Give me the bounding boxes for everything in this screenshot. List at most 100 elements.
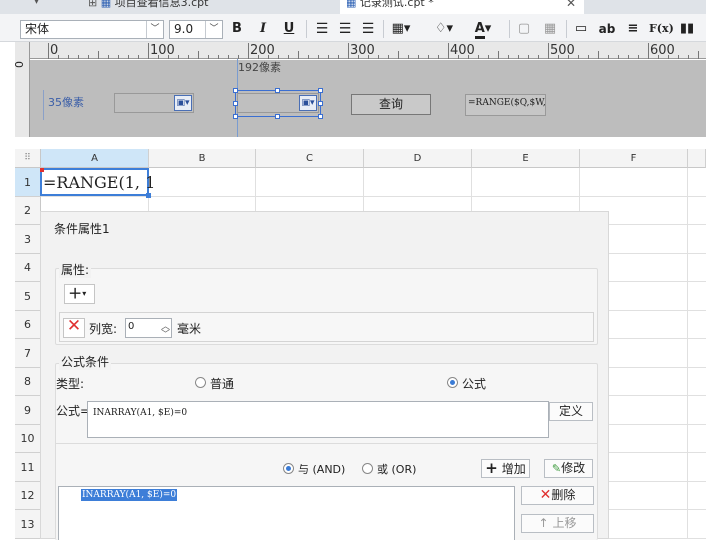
or-label: 或 (OR) [377, 461, 416, 477]
combo-widget-2-selected[interactable]: ▣▾ [233, 88, 323, 119]
plus-icon: + [68, 283, 83, 304]
column-header[interactable]: F [580, 149, 688, 168]
add-button[interactable]: + 增加 [481, 459, 530, 478]
tab-overflow-icon[interactable]: ▾ [34, 0, 39, 7]
ruler-label: 300 [350, 43, 375, 58]
edit-icon: ✎ [551, 462, 562, 475]
column-header[interactable]: D [364, 149, 472, 168]
ruler-tick [428, 55, 429, 59]
fx-button[interactable]: F(x) [649, 20, 674, 38]
ruler-tick [288, 55, 289, 59]
formula-widget[interactable]: =RANGE($Q,$W, [465, 94, 546, 116]
toolbar-separator [509, 20, 510, 38]
ruler-tick [608, 55, 609, 59]
type-formula-radio[interactable] [447, 377, 458, 388]
ruler-tick [628, 55, 629, 59]
formula-condition-label: 公式条件 [59, 353, 112, 370]
cell-a1[interactable]: =RANGE(1, 1 [40, 168, 155, 198]
row-header[interactable]: 13 [15, 510, 41, 539]
row-header[interactable]: 8 [15, 368, 41, 396]
ruler-label: 200 [250, 43, 275, 58]
ruler-tick [138, 55, 139, 59]
type-label: 类型: [56, 377, 85, 391]
divider [55, 443, 598, 444]
close-icon[interactable]: ✕ [566, 0, 576, 10]
row-header[interactable]: 3 [15, 225, 41, 254]
row-header[interactable]: 12 [15, 482, 41, 510]
row-header[interactable]: 6 [15, 311, 41, 339]
ruler-tick [508, 55, 509, 59]
tab-label: 记录测试.cpt * [359, 0, 434, 9]
query-button[interactable]: 查询 [351, 94, 431, 115]
textbox-icon[interactable]: ▭ [572, 20, 590, 38]
colwidth-spinner[interactable]: 0 ︿ ﹀ [125, 318, 172, 340]
row-header[interactable]: 9 [15, 396, 41, 425]
text-color-button[interactable]: A▾ [468, 20, 498, 39]
chart-icon[interactable]: ▮▮ [678, 20, 696, 38]
row-header[interactable]: 4 [15, 254, 41, 282]
column-header[interactable]: E [472, 149, 580, 168]
type-formula-label: 公式 [462, 377, 487, 391]
ruler-tick [328, 55, 329, 59]
row-header[interactable]: 1 [15, 168, 41, 197]
ruler-tick [308, 55, 309, 59]
wrap-text-icon[interactable]: ≡ [624, 20, 642, 38]
select-all-corner[interactable]: ⠿ [15, 149, 41, 168]
ruler-tick [228, 55, 229, 59]
font-size-value: 9.0 [174, 22, 194, 36]
ruler-tick [88, 55, 89, 59]
row-header[interactable]: 11 [15, 453, 41, 482]
bold-button[interactable]: B [229, 20, 245, 38]
font-size-select[interactable]: 9.0 ﹀ [169, 20, 223, 39]
ruler-tick [248, 43, 249, 59]
or-radio[interactable] [362, 463, 373, 474]
ruler-tick [448, 43, 449, 59]
column-header[interactable]: C [256, 149, 364, 168]
fill-color-icon[interactable]: ♢▾ [430, 20, 458, 38]
move-up-button[interactable]: ↑ 上移 [521, 514, 594, 533]
align-center-icon[interactable]: ☰ [336, 20, 354, 38]
border-icon[interactable]: ▦▾ [389, 20, 413, 38]
tab-record-test[interactable]: ▦ 记录测试.cpt * ✕ [340, 0, 584, 14]
add-attribute-button[interactable]: +▾ [64, 284, 95, 304]
formula-input-text: INARRAY(A1, $E)=0 [93, 408, 188, 418]
font-family-select[interactable]: 宋体 ﹀ [20, 20, 164, 39]
ruler-tick [648, 43, 649, 59]
condition-list[interactable]: INARRAY(A1, $E)=0 [58, 486, 515, 540]
underline-button[interactable]: U [281, 20, 297, 38]
spin-down-icon[interactable]: ﹀ [161, 327, 170, 340]
ruler-tick [678, 55, 679, 59]
merge-cells-icon[interactable]: ▢ [515, 20, 533, 38]
position-hint: 192像素 [238, 61, 281, 74]
align-right-icon[interactable]: ☰ [359, 20, 377, 38]
ruler-tick [348, 43, 349, 59]
grid-icon: ⊞ [88, 0, 98, 9]
tab-project-info[interactable]: ⊞ ▦ 项目查看信息3.cpt [82, 0, 214, 14]
ruler-tick [298, 51, 299, 59]
column-header[interactable]: B [149, 149, 256, 168]
combo-widget-1[interactable]: ▣▾ [114, 93, 194, 113]
row-header[interactable]: 2 [15, 197, 41, 225]
ab-button[interactable]: ab [597, 20, 617, 38]
formula-input[interactable]: INARRAY(A1, $E)=0 [87, 401, 549, 438]
row-header[interactable]: 10 [15, 425, 41, 453]
and-radio[interactable] [283, 463, 294, 474]
ruler-tick [618, 55, 619, 59]
toolbar-separator [566, 20, 567, 38]
italic-button[interactable]: I [255, 20, 271, 38]
type-normal-radio[interactable] [195, 377, 206, 388]
plus-icon: + [485, 459, 498, 477]
row-header[interactable]: 7 [15, 339, 41, 368]
ruler-tick [528, 55, 529, 59]
align-left-icon[interactable]: ☰ [313, 20, 331, 38]
column-header[interactable]: A [41, 149, 149, 168]
row-header[interactable]: 5 [15, 282, 41, 311]
close-icon: ✕ [539, 487, 552, 503]
remove-colwidth-button[interactable]: ✕ [63, 318, 85, 338]
delete-button[interactable]: ✕删除 [521, 486, 594, 505]
modify-button[interactable]: ✎修改 [544, 459, 593, 478]
define-button[interactable]: 定义 [549, 402, 593, 421]
split-cells-icon[interactable]: ▦ [541, 20, 559, 38]
condition-list-item[interactable]: INARRAY(A1, $E)=0 [81, 489, 178, 501]
ruler-label: 500 [550, 43, 575, 58]
